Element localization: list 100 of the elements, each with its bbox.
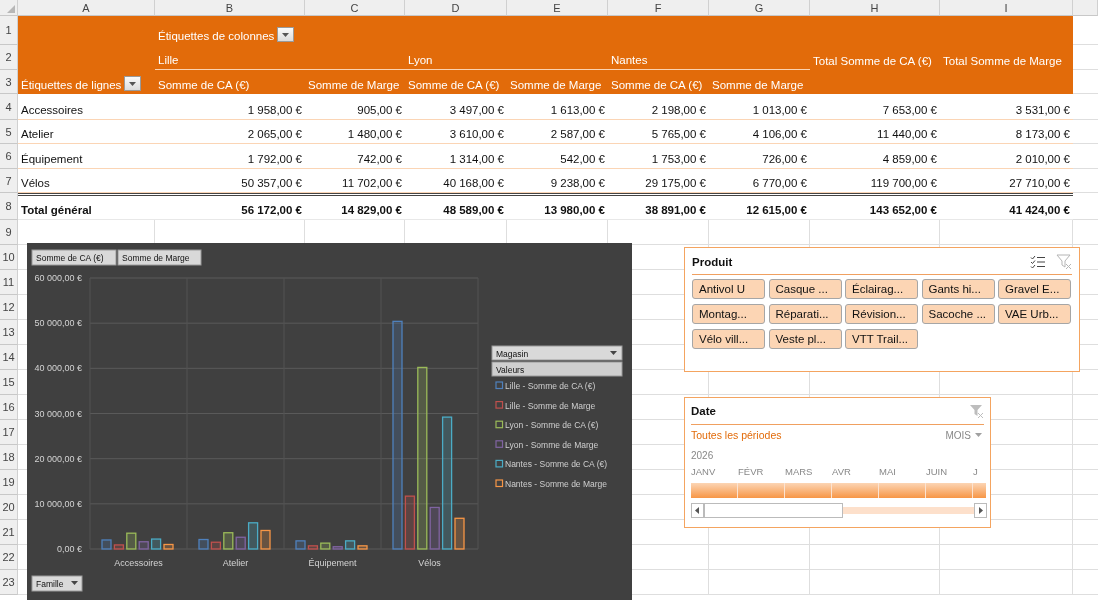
- slicer-item[interactable]: Réparati...: [768, 304, 842, 324]
- multi-select-icon[interactable]: [1030, 254, 1046, 269]
- axis-label: 50 000,00 €: [34, 318, 82, 329]
- table-cell: 1 753,00 €: [651, 153, 706, 165]
- row-header[interactable]: 20: [0, 495, 18, 520]
- slicer-item[interactable]: Gants hi...: [921, 279, 995, 299]
- column-header[interactable]: F: [608, 0, 709, 16]
- row-header[interactable]: 12: [0, 295, 18, 320]
- row-header[interactable]: 3: [0, 70, 18, 94]
- table-cell: 3 497,00 €: [449, 104, 504, 116]
- legend-entry: Lille - Somme de Marge: [495, 400, 596, 411]
- column-header-text: Total Somme de CA (€): [813, 55, 932, 67]
- slicer-item[interactable]: Sacoche ...: [921, 304, 995, 324]
- row-header[interactable]: 2: [0, 45, 18, 70]
- column-header[interactable]: I: [940, 0, 1073, 16]
- month-label: JANV: [691, 466, 717, 479]
- table-cell: 3 610,00 €: [449, 128, 504, 140]
- row-header[interactable]: 14: [0, 345, 18, 370]
- month-label: MARS: [785, 466, 814, 479]
- slicer-item[interactable]: Antivol U: [692, 279, 765, 299]
- row-header[interactable]: 1: [0, 16, 18, 45]
- table-cell: 2 065,00 €: [247, 128, 302, 140]
- field-button[interactable]: Famille: [31, 575, 83, 592]
- column-header[interactable]: [1073, 0, 1098, 16]
- field-button[interactable]: Somme de Marge: [117, 249, 202, 266]
- slicer-item[interactable]: Casque ...: [768, 279, 842, 299]
- row-header[interactable]: 9: [0, 220, 18, 245]
- column-header[interactable]: C: [305, 0, 405, 16]
- timeline-segment[interactable]: [832, 483, 879, 498]
- row-header[interactable]: 7: [0, 169, 18, 193]
- row-header[interactable]: 21: [0, 520, 18, 545]
- row-header[interactable]: 11: [0, 270, 18, 295]
- timeline-segment[interactable]: [926, 483, 973, 498]
- month-label: MAI: [879, 466, 897, 479]
- scroll-bar[interactable]: [691, 503, 987, 518]
- slicer-item[interactable]: Veste pl...: [768, 329, 842, 349]
- timeline-segment[interactable]: [691, 483, 738, 498]
- clear-filter-icon[interactable]: [969, 404, 984, 418]
- row-header[interactable]: 13: [0, 320, 18, 345]
- month-label: J: [973, 466, 979, 479]
- slicer-item[interactable]: Éclairag...: [845, 279, 918, 299]
- caret-icon: [282, 32, 290, 37]
- table-cell: 726,00 €: [762, 153, 807, 165]
- table-cell: 13 980,00 €: [544, 204, 605, 216]
- row-header[interactable]: 6: [0, 144, 18, 169]
- slicer-item[interactable]: VAE Urb...: [998, 304, 1071, 324]
- month-label: JUIN: [926, 466, 949, 479]
- filter-dropdown-button[interactable]: [277, 27, 295, 42]
- table-cell: 1 613,00 €: [550, 104, 605, 116]
- row-header[interactable]: 8: [0, 193, 18, 220]
- row-header[interactable]: 23: [0, 570, 18, 595]
- row-header[interactable]: 16: [0, 395, 18, 420]
- slicer-item[interactable]: Vélo vill...: [692, 329, 765, 349]
- table-cell: 1 958,00 €: [247, 104, 302, 116]
- row-header[interactable]: 17: [0, 420, 18, 445]
- table-cell: 9 238,00 €: [550, 177, 605, 189]
- legend-entry: Lyon - Somme de Marge: [495, 439, 599, 450]
- axis-label: 60 000,00 €: [34, 273, 82, 283]
- column-header[interactable]: H: [810, 0, 940, 16]
- slicer-item[interactable]: Gravel E...: [998, 279, 1071, 299]
- slicer-item[interactable]: VTT Trail...: [845, 329, 918, 349]
- row-header[interactable]: 19: [0, 470, 18, 495]
- filter-dropdown-button[interactable]: [124, 76, 142, 91]
- table-cell: 11 702,00 €: [342, 177, 402, 189]
- table-cell: 8 173,00 €: [1015, 128, 1070, 140]
- row-header[interactable]: 5: [0, 120, 18, 144]
- column-header[interactable]: A: [18, 0, 155, 16]
- clear-filter-icon[interactable]: [1056, 254, 1072, 269]
- select-all-button[interactable]: [0, 0, 18, 16]
- axis-label: 0,00 €: [56, 544, 82, 554]
- column-header[interactable]: D: [405, 0, 507, 16]
- table-cell: 119 700,00 €: [870, 177, 937, 189]
- timeline-segment[interactable]: [738, 483, 785, 498]
- month-label: FÉVR: [738, 466, 765, 479]
- field-button[interactable]: Magasin: [491, 345, 623, 361]
- legend-header: Valeurs: [491, 361, 623, 377]
- table-cell: 542,00 €: [560, 153, 605, 165]
- corner-triangle-icon: [5, 3, 15, 13]
- table-cell: 5 765,00 €: [651, 128, 706, 140]
- timeline-segment[interactable]: [785, 483, 832, 498]
- table-cell: 56 172,00 €: [241, 204, 302, 216]
- column-header[interactable]: E: [507, 0, 608, 16]
- row-label: Total général: [21, 204, 92, 216]
- slicer-item[interactable]: Révision...: [845, 304, 918, 324]
- row-header[interactable]: 10: [0, 245, 18, 270]
- field-button[interactable]: Somme de CA (€): [31, 249, 117, 266]
- category-label: Accessoires: [114, 558, 163, 568]
- slicer-item[interactable]: Montag...: [692, 304, 765, 324]
- table-cell: 1 480,00 €: [347, 128, 402, 140]
- row-header[interactable]: 18: [0, 445, 18, 470]
- table-cell: 11 440,00 €: [877, 128, 937, 140]
- row-header[interactable]: 15: [0, 370, 18, 395]
- column-header[interactable]: G: [709, 0, 810, 16]
- row-header[interactable]: 22: [0, 545, 18, 570]
- timeline-segment[interactable]: [879, 483, 926, 498]
- column-header[interactable]: B: [155, 0, 305, 16]
- table-cell: 6 770,00 €: [752, 177, 807, 189]
- period-unit-dropdown[interactable]: MOIS: [945, 429, 984, 441]
- row-header[interactable]: 4: [0, 94, 18, 120]
- legend-entry: Nantes - Somme de Marge: [495, 479, 608, 489]
